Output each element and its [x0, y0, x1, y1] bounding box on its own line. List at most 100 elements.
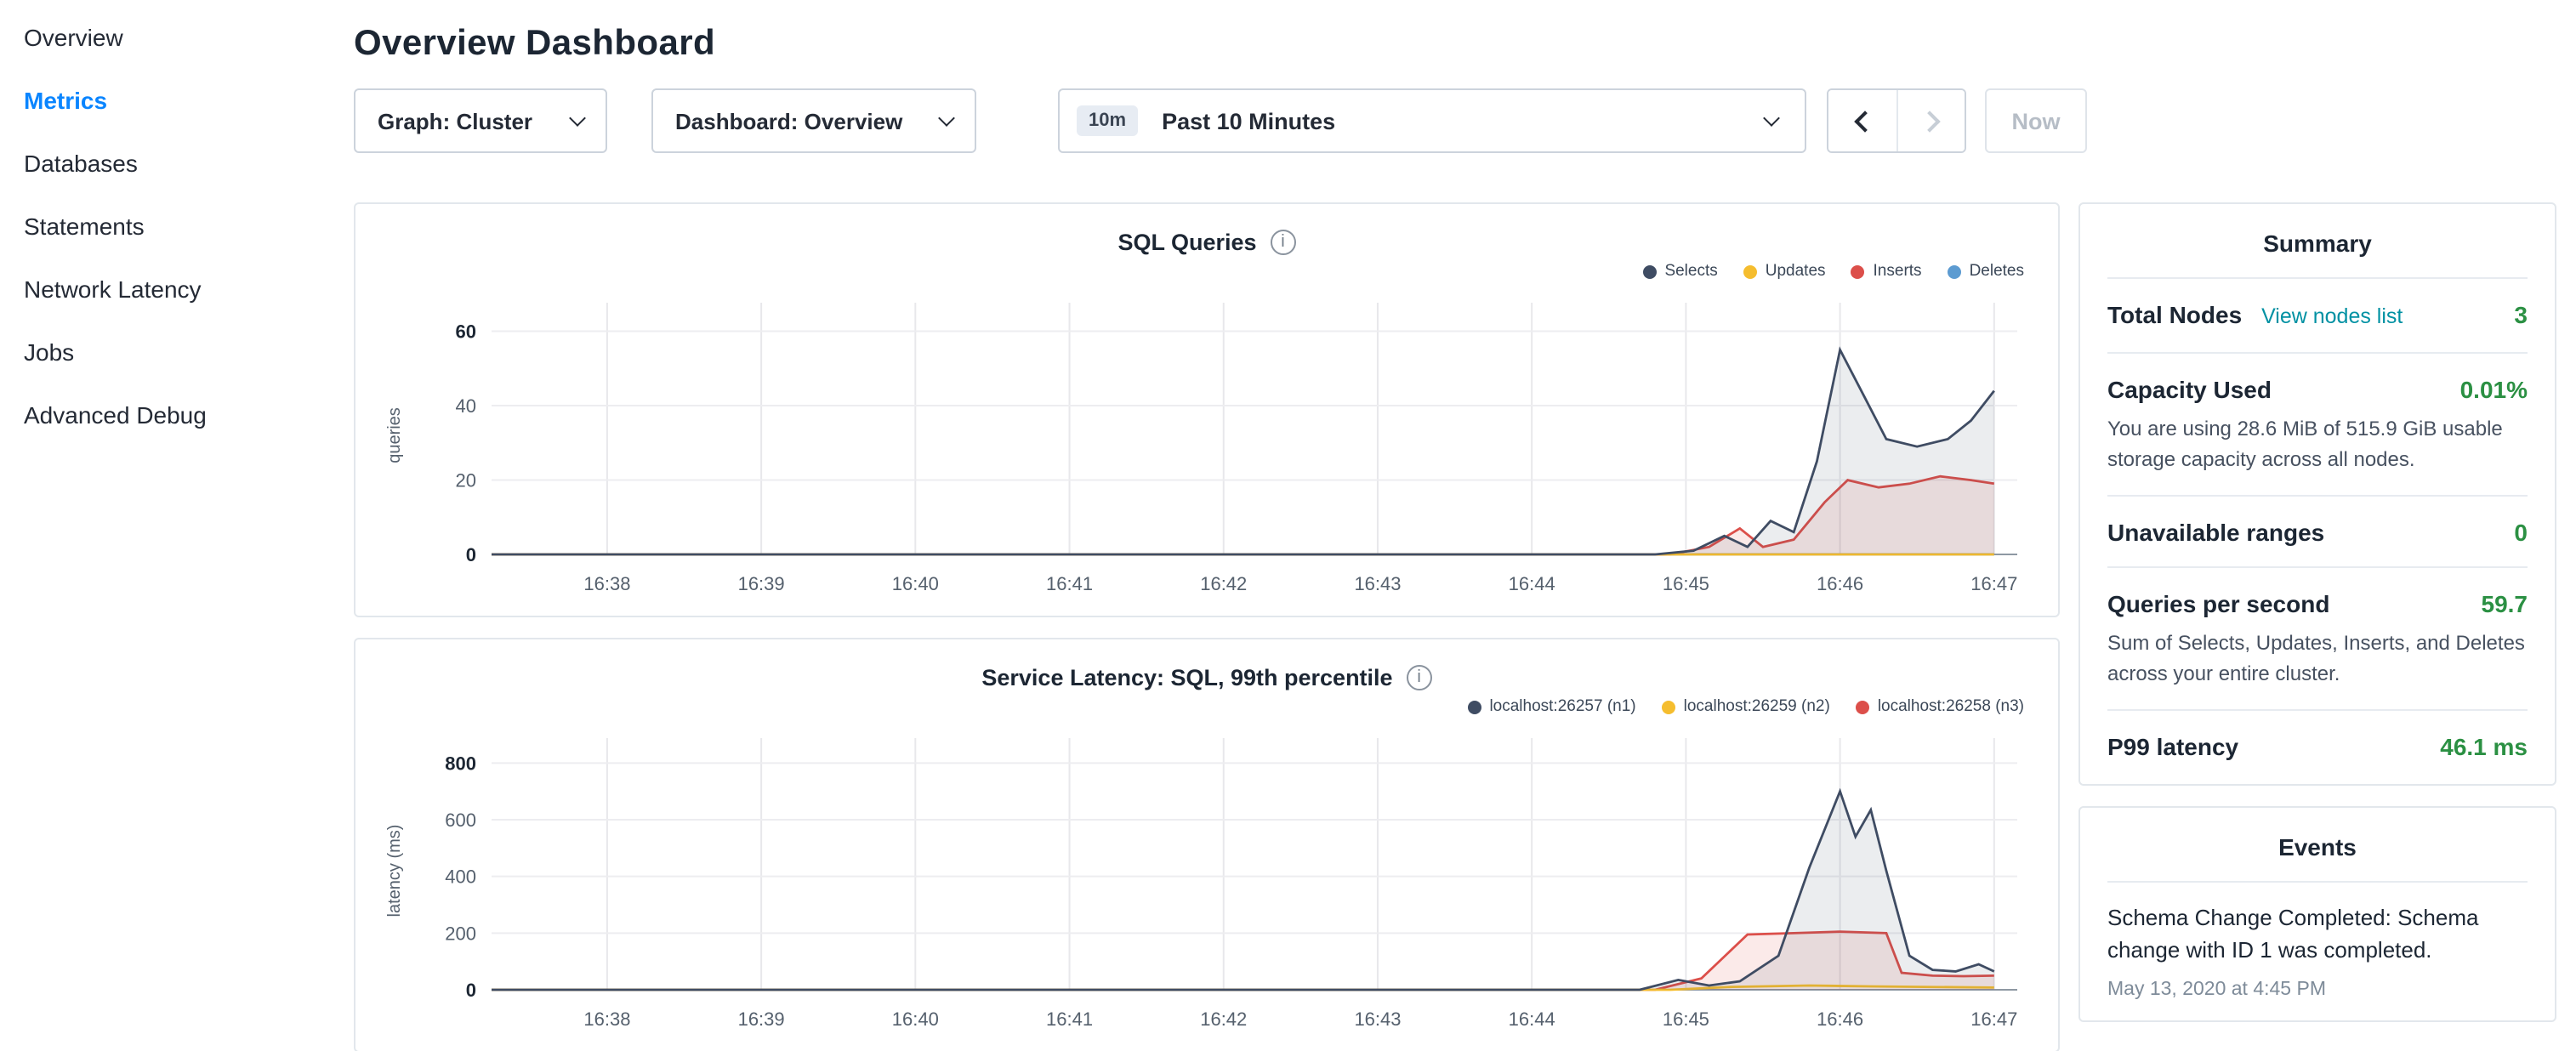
legend-item[interactable]: Deletes: [1948, 260, 2024, 282]
summary-row-p99-latency: P99 latency 46.1 ms: [2107, 711, 2528, 781]
chevron-down-icon: [569, 110, 586, 127]
svg-text:16:47: 16:47: [1970, 1008, 2017, 1030]
svg-text:16:39: 16:39: [738, 1008, 785, 1030]
svg-text:200: 200: [445, 923, 476, 944]
now-button[interactable]: Now: [1985, 88, 2087, 153]
svg-text:16:42: 16:42: [1200, 1008, 1247, 1030]
events-heading: Events: [2107, 808, 2528, 883]
sidebar-item-advanced-debug[interactable]: Advanced Debug: [24, 384, 323, 447]
svg-text:16:44: 16:44: [1509, 573, 1555, 594]
sidebar-item-databases[interactable]: Databases: [24, 133, 323, 196]
service-latency-line-chart: 16:3816:3916:4016:4116:4216:4316:4416:45…: [372, 721, 2041, 1044]
right-column: Summary Total Nodes View nodes list 3: [2078, 202, 2556, 1021]
svg-text:600: 600: [445, 810, 476, 831]
svg-text:latency (ms): latency (ms): [385, 825, 404, 917]
summary-row-queries-per-second: Queries per second 59.7 Sum of Selects, …: [2107, 568, 2528, 711]
summary-row-unavailable-ranges: Unavailable ranges 0: [2107, 497, 2528, 568]
sql-queries-chart-panel: SQL Queries i Selects Updates Inserts Delet…: [354, 202, 2060, 617]
dashboard-body: SQL Queries i Selects Updates Inserts Delet…: [354, 202, 2556, 1051]
svg-text:16:42: 16:42: [1200, 573, 1247, 594]
summary-value: 46.1 ms: [2440, 733, 2528, 760]
legend-dot-icon: [1642, 264, 1656, 278]
svg-text:16:43: 16:43: [1354, 573, 1401, 594]
legend-dot-icon: [1851, 264, 1865, 278]
legend-dot-icon: [1856, 700, 1869, 713]
svg-text:16:41: 16:41: [1046, 1008, 1093, 1030]
summary-row-total-nodes: Total Nodes View nodes list 3: [2107, 279, 2528, 354]
legend-dot-icon: [1743, 264, 1757, 278]
summary-description: You are using 28.6 MiB of 515.9 GiB usab…: [2107, 413, 2528, 474]
svg-text:16:47: 16:47: [1970, 573, 2017, 594]
sidebar-item-overview[interactable]: Overview: [24, 7, 323, 70]
event-message: Schema Change Completed: Schema change w…: [2107, 903, 2528, 967]
chart-title: SQL Queries: [1117, 230, 1256, 255]
svg-text:800: 800: [445, 753, 476, 774]
summary-label: Unavailable ranges: [2107, 519, 2324, 546]
sidebar-nav: Overview Metrics Databases Statements Ne…: [0, 0, 323, 1051]
svg-text:16:38: 16:38: [583, 1008, 630, 1030]
svg-text:16:46: 16:46: [1817, 1008, 1863, 1030]
legend-item[interactable]: localhost:26257 (n1): [1467, 696, 1635, 718]
chevron-down-icon: [938, 110, 955, 127]
svg-text:16:39: 16:39: [738, 573, 785, 594]
service-latency-chart-panel: Service Latency: SQL, 99th percentile i …: [354, 638, 2060, 1051]
svg-text:40: 40: [456, 395, 476, 417]
app-root: Overview Metrics Databases Statements Ne…: [0, 0, 2576, 1051]
time-range-dropdown[interactable]: 10m Past 10 Minutes: [1058, 88, 1806, 153]
view-nodes-list-link[interactable]: View nodes list: [2261, 304, 2403, 328]
svg-text:0: 0: [466, 544, 476, 565]
graph-scope-label: Graph: Cluster: [378, 108, 532, 134]
summary-label: Queries per second: [2107, 590, 2329, 617]
graph-scope-dropdown[interactable]: Graph: Cluster: [354, 88, 607, 153]
event-item[interactable]: Schema Change Completed: Schema change w…: [2107, 883, 2528, 1016]
sidebar-item-network-latency[interactable]: Network Latency: [24, 258, 323, 321]
svg-text:16:38: 16:38: [583, 573, 630, 594]
svg-text:queries: queries: [385, 407, 404, 463]
events-panel: Events Schema Change Completed: Schema c…: [2078, 806, 2556, 1021]
chevron-left-icon: [1854, 110, 1875, 131]
summary-value: 59.7: [2482, 590, 2528, 617]
time-step-back-button[interactable]: [1828, 90, 1896, 151]
info-icon[interactable]: i: [1271, 230, 1296, 255]
info-icon[interactable]: i: [1407, 665, 1432, 690]
summary-value: 0.01%: [2460, 376, 2528, 403]
time-step-forward-button[interactable]: [1896, 90, 1965, 151]
legend-dot-icon: [1662, 700, 1675, 713]
charts-column: SQL Queries i Selects Updates Inserts Delet…: [354, 202, 2060, 1051]
dashboard-dropdown[interactable]: Dashboard: Overview: [651, 88, 976, 153]
legend-item[interactable]: localhost:26259 (n2): [1662, 696, 1830, 718]
time-step-buttons: [1827, 88, 1966, 153]
chart-legend: localhost:26257 (n1) localhost:26259 (n2)…: [372, 696, 2024, 718]
sidebar-item-statements[interactable]: Statements: [24, 196, 323, 258]
sidebar-item-metrics[interactable]: Metrics: [24, 70, 323, 133]
event-timestamp: May 13, 2020 at 4:45 PM: [2107, 979, 2528, 999]
summary-value: 0: [2514, 519, 2528, 546]
svg-text:16:46: 16:46: [1817, 573, 1863, 594]
time-range-badge: 10m: [1077, 105, 1138, 136]
svg-text:16:45: 16:45: [1663, 1008, 1709, 1030]
chevron-down-icon: [1763, 110, 1780, 127]
svg-text:16:40: 16:40: [892, 1008, 939, 1030]
summary-label: Total Nodes: [2107, 301, 2242, 328]
legend-item[interactable]: Inserts: [1851, 260, 1922, 282]
legend-dot-icon: [1467, 700, 1481, 713]
chart-title: Service Latency: SQL, 99th percentile: [981, 665, 1392, 690]
chevron-right-icon: [1918, 110, 1939, 131]
legend-item[interactable]: localhost:26258 (n3): [1856, 696, 2024, 718]
dashboard-label: Dashboard: Overview: [675, 108, 902, 134]
controls-bar: Graph: Cluster Dashboard: Overview 10m P…: [354, 88, 2556, 153]
summary-description: Sum of Selects, Updates, Inserts, and De…: [2107, 628, 2528, 689]
legend-item[interactable]: Updates: [1743, 260, 1826, 282]
summary-label: P99 latency: [2107, 733, 2238, 760]
summary-value: 3: [2514, 301, 2528, 328]
svg-text:16:45: 16:45: [1663, 573, 1709, 594]
legend-dot-icon: [1948, 264, 1961, 278]
svg-text:20: 20: [456, 470, 476, 491]
summary-label: Capacity Used: [2107, 376, 2272, 403]
time-range-label: Past 10 Minutes: [1162, 108, 1335, 134]
legend-item[interactable]: Selects: [1642, 260, 1717, 282]
svg-text:400: 400: [445, 866, 476, 888]
summary-panel: Summary Total Nodes View nodes list 3: [2078, 202, 2556, 786]
sidebar-item-jobs[interactable]: Jobs: [24, 321, 323, 384]
sql-queries-line-chart: 16:3816:3916:4016:4116:4216:4316:4416:45…: [372, 286, 2041, 609]
